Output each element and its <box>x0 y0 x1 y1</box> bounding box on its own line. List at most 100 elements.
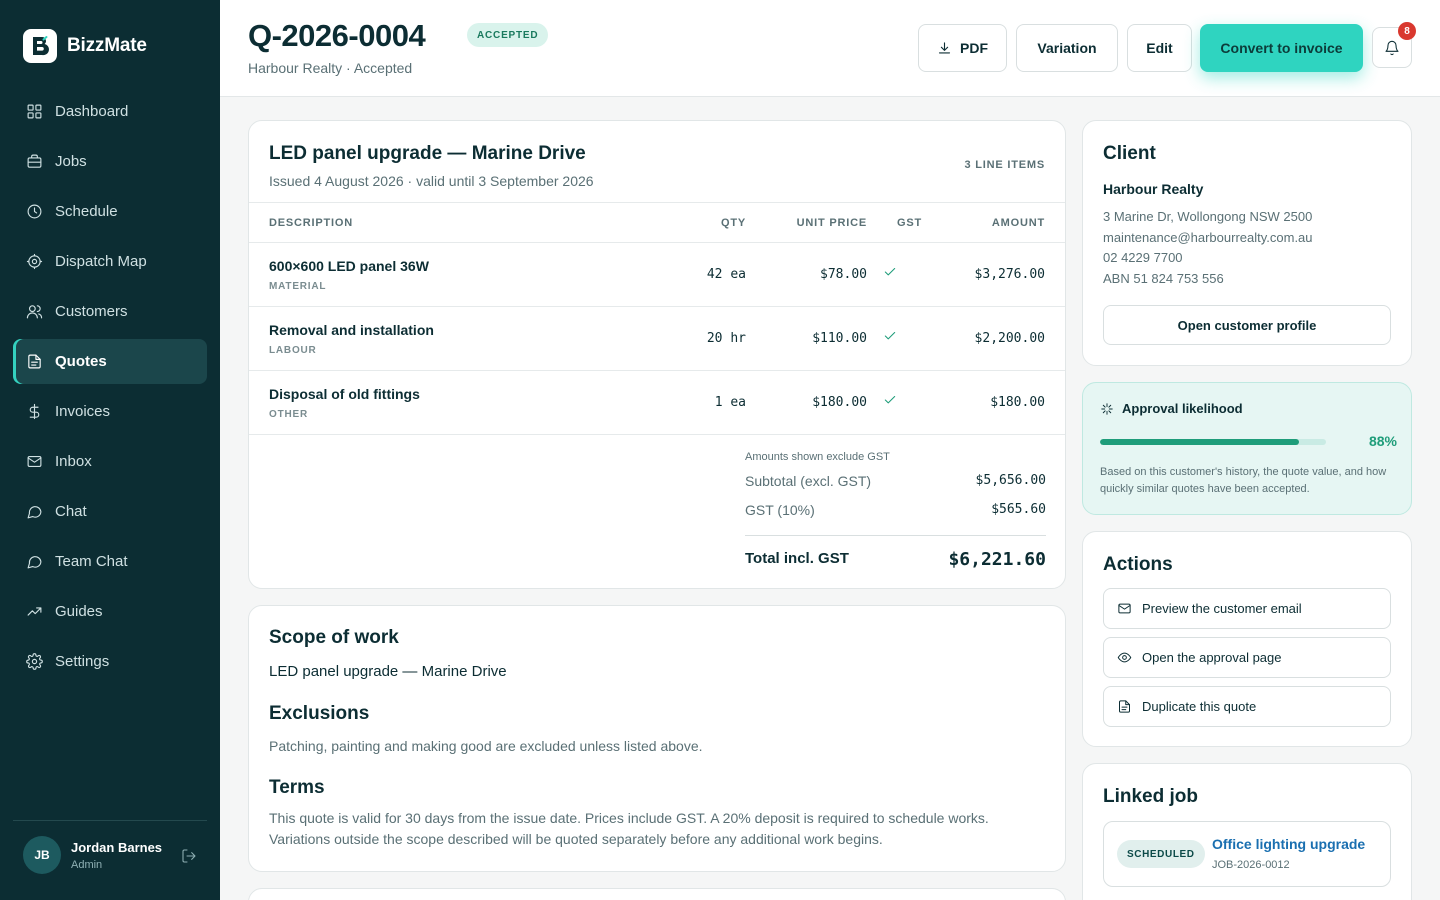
sidebar-item-label: Inbox <box>55 453 92 470</box>
line-item-qty: 1 ea <box>714 395 746 410</box>
gst-label: GST (10%) <box>745 502 815 518</box>
actions-card: Actions Preview the customer email Open … <box>1082 531 1412 747</box>
totals-note: Amounts shown exclude GST <box>745 451 890 463</box>
sidebar-item-label: Guides <box>55 603 103 620</box>
open-approval-page-button[interactable]: Open the approval page <box>1103 637 1391 678</box>
subtotal-row: Subtotal (excl. GST) $5,656.00 <box>745 473 1046 502</box>
preview-email-button[interactable]: Preview the customer email <box>1103 588 1391 629</box>
sidebar-item-dashboard[interactable]: Dashboard <box>13 89 207 134</box>
actions-title: Actions <box>1103 554 1173 575</box>
pdf-button-label: PDF <box>960 40 988 56</box>
mail-icon <box>27 455 42 468</box>
user-panel: JB Jordan Barnes Admin <box>13 820 207 874</box>
sidebar-item-label: Quotes <box>55 353 107 370</box>
sidebar-item-schedule[interactable]: Schedule <box>13 189 207 234</box>
brand[interactable]: BizzMate <box>23 29 147 63</box>
table-row[interactable]: Removal and installation LABOUR 20 hr $1… <box>249 307 1065 371</box>
page-title: Q-2026-0004 <box>248 18 426 53</box>
logout-button[interactable] <box>181 848 197 864</box>
sidebar-item-settings[interactable]: Settings <box>13 639 207 684</box>
table-row[interactable]: Disposal of old fittings OTHER 1 ea $180… <box>249 371 1065 435</box>
line-item-description: Disposal of old fittings <box>269 386 420 402</box>
column-unit-price: UNIT PRICE <box>796 217 867 229</box>
line-item-qty: 20 hr <box>706 331 746 346</box>
scope-text: LED panel upgrade — Marine Drive <box>269 663 507 680</box>
client-title: Client <box>1103 143 1156 164</box>
linked-job-item[interactable]: SCHEDULED Office lighting upgrade JOB-20… <box>1103 821 1391 887</box>
grid-icon <box>27 104 42 119</box>
duplicate-label: Duplicate this quote <box>1142 699 1257 714</box>
sidebar-item-dispatch-map[interactable]: Dispatch Map <box>13 239 207 284</box>
total-row: Total incl. GST $6,221.60 <box>745 535 1046 585</box>
sidebar-item-team-chat[interactable]: Team Chat <box>13 539 207 584</box>
sparkle-icon <box>1101 402 1113 415</box>
trend-icon <box>27 607 42 616</box>
exclusions-title: Exclusions <box>269 703 370 724</box>
briefcase-icon <box>27 154 42 168</box>
column-description: DESCRIPTION <box>269 217 353 229</box>
quote-card: LED panel upgrade — Marine Drive Issued … <box>248 120 1066 589</box>
client-abn: ABN 51 824 753 556 <box>1103 271 1224 286</box>
brand-name: BizzMate <box>67 35 147 56</box>
table-row[interactable]: 600×600 LED panel 36W MATERIAL 42 ea $78… <box>249 243 1065 307</box>
client-phone[interactable]: 02 4229 7700 <box>1103 250 1183 265</box>
totals-panel: Amounts shown exclude GST Subtotal (excl… <box>745 451 1046 570</box>
line-item-unit-price: $78.00 <box>820 267 867 282</box>
sidebar-item-label: Dispatch Map <box>55 253 147 270</box>
line-item-description: Removal and installation <box>269 322 434 338</box>
chat-icon <box>27 506 42 519</box>
gst-row: GST (10%) $565.60 <box>745 502 1046 531</box>
client-card: Client Harbour Realty 3 Marine Dr, Wollo… <box>1082 120 1412 366</box>
column-amount: AMOUNT <box>991 217 1045 229</box>
approval-header: Approval likelihood <box>1100 401 1243 416</box>
subtotal-label: Subtotal (excl. GST) <box>745 473 872 489</box>
sidebar-item-label: Settings <box>55 653 110 670</box>
quote-issued-date: Issued 4 August 2026 · valid until 3 Sep… <box>269 173 594 189</box>
file-icon <box>1119 700 1130 713</box>
bell-icon <box>1385 40 1399 55</box>
edit-button[interactable]: Edit <box>1127 24 1192 72</box>
sidebar-item-label: Schedule <box>55 203 118 220</box>
brand-logo-icon <box>23 29 57 63</box>
client-address: 3 Marine Dr, Wollongong NSW 2500 <box>1103 209 1313 224</box>
duplicate-quote-button[interactable]: Duplicate this quote <box>1103 686 1391 727</box>
sidebar-item-guides[interactable]: Guides <box>13 589 207 634</box>
line-item-category: MATERIAL <box>269 281 327 292</box>
table-header: DESCRIPTION QTY UNIT PRICE GST AMOUNT <box>249 202 1065 243</box>
column-qty: QTY <box>720 217 746 229</box>
download-icon <box>938 41 951 53</box>
sidebar-item-invoices[interactable]: Invoices <box>13 389 207 434</box>
approval-likelihood-card: Approval likelihood 88% Based on this cu… <box>1082 382 1412 515</box>
gst-check-icon <box>883 265 897 279</box>
eye-icon <box>1117 652 1132 663</box>
logout-icon <box>182 849 196 863</box>
file-icon <box>28 354 41 369</box>
clock-icon <box>27 204 42 219</box>
line-item-category: OTHER <box>269 409 308 420</box>
mail-icon <box>1118 603 1131 614</box>
line-item-unit-price: $110.00 <box>812 331 867 346</box>
sidebar-item-quotes[interactable]: Quotes <box>13 339 207 384</box>
variation-button[interactable]: Variation <box>1016 24 1118 72</box>
convert-to-invoice-button[interactable]: Convert to invoice <box>1200 24 1363 72</box>
sidebar-item-label: Team Chat <box>55 553 128 570</box>
sidebar-item-inbox[interactable]: Inbox <box>13 439 207 484</box>
approval-progress-bar <box>1100 439 1326 445</box>
job-name-link[interactable]: Office lighting upgrade <box>1212 836 1365 852</box>
user-role: Admin <box>71 858 103 871</box>
open-customer-profile-button[interactable]: Open customer profile <box>1103 305 1391 345</box>
line-item-count: 3 LINE ITEMS <box>964 159 1045 171</box>
status-badge: ACCEPTED <box>467 23 549 47</box>
pdf-button[interactable]: PDF <box>918 24 1007 72</box>
sidebar-item-chat[interactable]: Chat <box>13 489 207 534</box>
users-icon <box>26 305 43 319</box>
sidebar-item-jobs[interactable]: Jobs <box>13 139 207 184</box>
gst-check-icon <box>883 329 897 343</box>
linked-job-title: Linked job <box>1103 786 1198 807</box>
scope-card: Scope of work LED panel upgrade — Marine… <box>248 605 1066 872</box>
sidebar-item-label: Customers <box>55 303 128 320</box>
client-email[interactable]: maintenance@harbourrealty.com.au <box>1103 230 1313 245</box>
sidebar-item-customers[interactable]: Customers <box>13 289 207 334</box>
notifications-button[interactable]: 8 <box>1372 22 1416 68</box>
avatar[interactable]: JB <box>23 836 61 874</box>
